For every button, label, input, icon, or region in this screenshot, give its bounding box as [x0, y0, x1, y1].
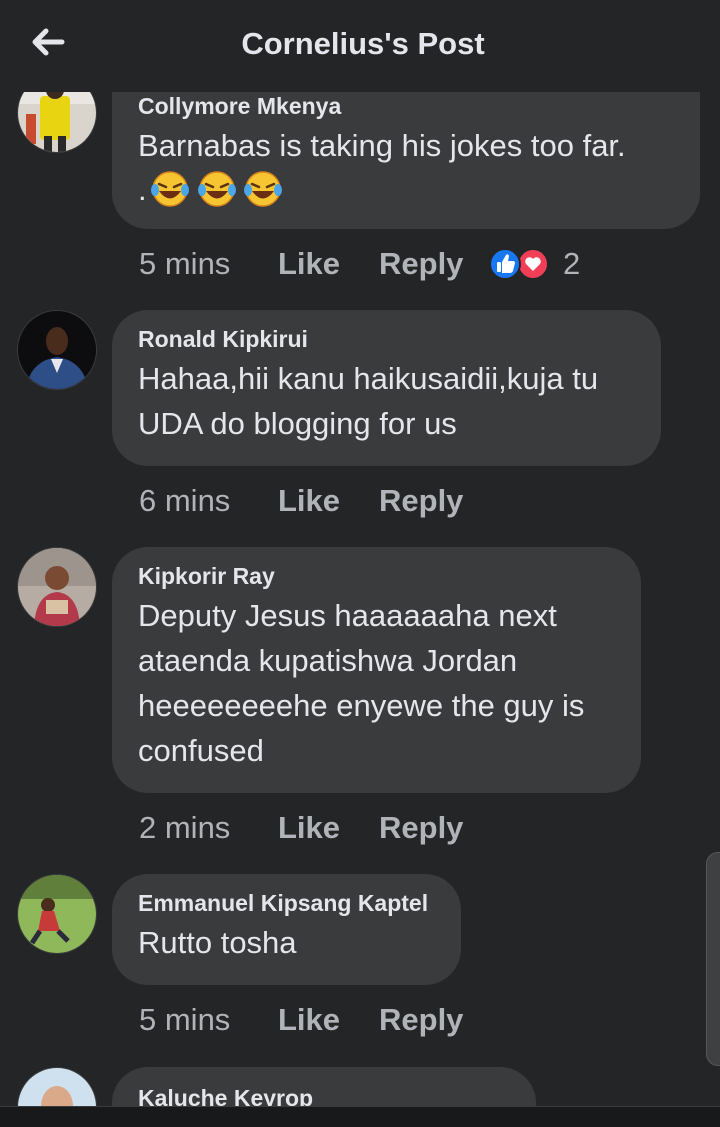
- reactions-summary[interactable]: [488, 244, 552, 284]
- comment-text: Rutto tosha: [138, 925, 297, 960]
- reaction-count[interactable]: 2: [563, 244, 580, 284]
- comment-time: 5 mins: [139, 246, 231, 281]
- comment-author[interactable]: Kipkorir Ray: [138, 561, 615, 591]
- reply-button[interactable]: Reply: [379, 808, 463, 848]
- comment-bubble[interactable]: Emmanuel Kipsang Kaptel Rutto tosha: [112, 874, 461, 985]
- comment-author[interactable]: Collymore Mkenya: [138, 91, 674, 121]
- like-button[interactable]: Like: [278, 481, 379, 521]
- avatar[interactable]: [17, 547, 97, 627]
- laughing-emoji-icon: [243, 171, 282, 207]
- comment-time: 5 mins: [139, 1002, 231, 1037]
- reply-button[interactable]: Reply: [379, 481, 463, 521]
- comment-bubble[interactable]: Ronald Kipkirui Hahaa,hii kanu haikusaid…: [112, 310, 661, 466]
- avatar[interactable]: [17, 1067, 97, 1108]
- comment-author[interactable]: Emmanuel Kipsang Kaptel: [138, 888, 435, 918]
- comment-text: Hahaa,hii kanu haikusaidii,kuja tu UDA d…: [138, 361, 599, 441]
- comment-author[interactable]: Ronald Kipkirui: [138, 324, 635, 354]
- comment-bubble[interactable]: Kipkorir Ray Deputy Jesus haaaaaaha next…: [112, 547, 641, 793]
- laughing-emoji-icon: [197, 171, 236, 207]
- reply-button[interactable]: Reply: [379, 1000, 463, 1040]
- comments-feed[interactable]: Collymore Mkenya Barnabas is taking his …: [0, 0, 720, 1108]
- reply-button[interactable]: Reply: [379, 244, 463, 284]
- page-title: Cornelius's Post: [241, 26, 485, 61]
- comment-actions: 5 mins Like Reply 2: [139, 244, 619, 284]
- comment-time: 2 mins: [139, 810, 231, 845]
- emoji-row: .: [138, 168, 674, 212]
- comment-actions: 2 mins Like Reply: [139, 808, 463, 848]
- comment-time: 6 mins: [139, 483, 231, 518]
- comment-bubble[interactable]: Collymore Mkenya Barnabas is taking his …: [112, 73, 700, 229]
- like-button[interactable]: Like: [278, 244, 379, 284]
- top-bar: Cornelius's Post: [0, 0, 720, 92]
- emoji-prefix: .: [138, 172, 147, 207]
- like-button[interactable]: Like: [278, 808, 379, 848]
- avatar[interactable]: [17, 874, 97, 954]
- comment-bubble[interactable]: Kaluche Keyrop: [112, 1067, 536, 1108]
- comment-actions: 5 mins Like Reply: [139, 1000, 463, 1040]
- scrollbar[interactable]: [706, 852, 720, 1066]
- laughing-emoji-icon: [151, 171, 190, 207]
- like-button[interactable]: Like: [278, 1000, 379, 1040]
- bottom-bar: [0, 1106, 720, 1127]
- comment-author[interactable]: Kaluche Keyrop: [138, 1083, 510, 1108]
- comment-text: Deputy Jesus haaaaaaha next ataenda kupa…: [138, 598, 585, 768]
- avatar[interactable]: [17, 310, 97, 390]
- comment-actions: 6 mins Like Reply: [139, 481, 463, 521]
- comment-text: Barnabas is taking his jokes too far.: [138, 128, 626, 163]
